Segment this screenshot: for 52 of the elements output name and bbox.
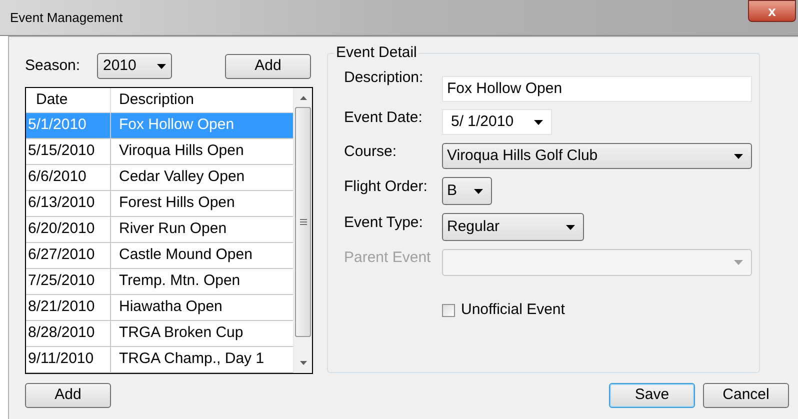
table-cell-text: 5/1/2010 [27,115,88,136]
field-label: Event Date: [344,108,422,128]
unofficial-checkbox[interactable]: Unofficial Event [442,299,565,322]
scroll-down-icon[interactable] [300,361,306,365]
table-cell-text: 6/6/2010 [27,167,88,188]
scroll-up-icon[interactable] [300,96,306,100]
table-row[interactable]: 7/25/2010 Tremp. Mtn. Open [26,269,293,295]
table-cell-text: 7/25/2010 [27,271,96,292]
table-row[interactable]: 6/6/2010 Cedar Valley Open [26,165,293,191]
checkbox-icon[interactable] [442,304,455,317]
table-cell-text: 6/13/2010 [27,193,96,214]
field-label: Flight Order: [344,176,428,197]
caret-icon [566,224,575,230]
table-cell-text: 8/21/2010 [27,297,96,318]
table-row[interactable]: 5/15/2010 Viroqua Hills Open [26,139,293,165]
caret-icon [474,188,483,194]
table-cell-text: 6/20/2010 [27,219,96,240]
button[interactable]: Cancel [703,383,789,408]
table-row[interactable]: 6/13/2010 Forest Hills Open [26,191,293,217]
grip-icon [300,219,306,225]
description-field[interactable]: Fox Hollow Open [442,76,752,102]
field-label: Course: [344,142,397,162]
field-label: Parent Event [344,248,431,268]
date-picker[interactable]: 5/ 1/2010 [442,109,552,135]
table-row[interactable]: 9/11/2010 TRGA Champ., Day 1 [26,347,293,373]
table-row[interactable]: 8/28/2010 TRGA Broken Cup [26,321,293,347]
caret-icon [534,120,543,124]
season-label: Season: [25,56,82,76]
table-cell-text: 9/11/2010 [27,349,95,370]
table-cell-text: 8/28/2010 [27,323,96,344]
column-header[interactable]: Date [26,88,110,112]
field-label: Event Type: [344,212,423,233]
button[interactable]: Save [609,383,695,408]
table-row[interactable]: 8/21/2010 Hiawatha Open [26,295,293,321]
scrollbar-thumb[interactable] [295,107,311,337]
season-dropdown[interactable]: 2010 [97,53,172,79]
window-title: Event Management [10,8,123,27]
table-row[interactable]: 6/27/2010 Castle Mound Open [26,243,293,269]
caret-icon [734,154,743,158]
scrollbar[interactable] [293,88,312,373]
table-row[interactable]: 6/20/2010 River Run Open [26,217,293,243]
close-button[interactable]: x [748,0,796,22]
button[interactable]: Add [25,383,111,408]
field-label: Description: [344,68,424,88]
caret-icon [157,64,166,68]
dropdown[interactable]: Viroqua Hills Golf Club [442,143,752,169]
dropdown[interactable]: Regular [442,213,584,241]
table-cell-text: 5/15/2010 [27,141,96,162]
dropdown[interactable]: B [442,177,492,205]
caret-icon [734,260,743,265]
button[interactable]: Add [225,54,311,78]
table-cell-text: 6/27/2010 [27,245,96,266]
